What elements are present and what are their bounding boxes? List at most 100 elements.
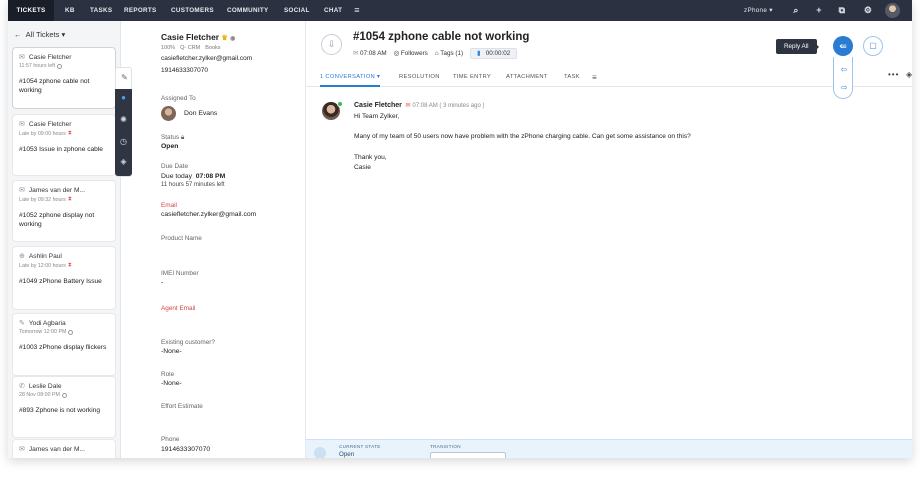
phone-icon: ✆ bbox=[19, 383, 25, 390]
nav-tab-tickets[interactable]: TICKETS bbox=[8, 0, 54, 21]
ticket-card-status: 28 Nov 08:00 PM bbox=[19, 392, 60, 398]
message-sender[interactable]: Casie Fletcher bbox=[354, 102, 402, 109]
tab-attachment[interactable]: ATTACHMENT bbox=[506, 68, 548, 87]
message-thread: Casie Fletcher ✉ 07:08 AM ( 3 minutes ag… bbox=[354, 101, 691, 174]
ticket-meta: ✉ 07:08 AM ◎ Followers ⌂ Tags (1) ▮ 00:0… bbox=[353, 48, 518, 59]
followers-icon: ◎ bbox=[393, 50, 400, 57]
ticket-card-status: Tomorrow 12:00 PM bbox=[19, 329, 67, 335]
contact-name[interactable]: Casie Fletcher ♛ ◉ bbox=[161, 32, 235, 42]
edit-icon[interactable]: ✎ bbox=[116, 73, 133, 82]
contact-phone: 1914633307070 bbox=[161, 67, 208, 74]
crm-tag[interactable]: Q- CRM bbox=[180, 45, 200, 51]
tag-icon: ⌂ bbox=[434, 50, 439, 57]
ticket-card-status: Late by 09:00 hours bbox=[19, 130, 66, 137]
nav-tab-chat[interactable]: CHAT bbox=[318, 0, 348, 21]
due-date-value[interactable]: Due today 07:08 PM bbox=[161, 173, 225, 180]
ticket-card[interactable]: ✉ James van der M... bbox=[13, 440, 115, 458]
add-icon[interactable]: + bbox=[812, 0, 826, 21]
ticket-card[interactable]: ⊕ Ashlin Paul Late by 12:00 hours ⧗ #1049 … bbox=[13, 247, 115, 309]
pause-icon[interactable]: ▮ bbox=[477, 50, 480, 57]
role-label: Role bbox=[161, 371, 175, 378]
ticket-card-title: #1053 Issue in zphone cable bbox=[19, 146, 103, 153]
user-avatar[interactable] bbox=[885, 3, 900, 18]
assignee[interactable]: Don Evans bbox=[161, 106, 217, 121]
reply-icon[interactable]: ⇦ bbox=[834, 65, 854, 74]
role-value[interactable]: -None- bbox=[161, 380, 182, 387]
blueprint-bar: CURRENT STATE TRANSITION Open bbox=[306, 439, 912, 458]
ticket-timer[interactable]: ▮ 00:00:02 bbox=[470, 48, 518, 59]
overdue-icon: ⧗ bbox=[67, 196, 72, 202]
info-icon[interactable]: ● bbox=[115, 93, 132, 102]
nav-tab-tasks[interactable]: TASKS bbox=[84, 0, 118, 21]
blueprint-icon bbox=[314, 447, 326, 458]
product-name-label: Product Name bbox=[161, 235, 202, 242]
followers-button[interactable]: ◎ Followers bbox=[394, 50, 428, 57]
ticket-view-selector[interactable]: ← All Tickets ▾ bbox=[8, 21, 121, 48]
ticket-card-contact: Casie Fletcher bbox=[28, 53, 72, 61]
comment-button[interactable]: ▢ bbox=[863, 36, 883, 56]
ticket-card-status: Late by 12:00 hours bbox=[19, 262, 66, 269]
ticket-card[interactable]: ✆ Leslie Dale 28 Nov 08:00 PM #893 Zphone… bbox=[13, 377, 115, 437]
books-tag[interactable]: Books bbox=[205, 45, 220, 51]
email-label: Email bbox=[161, 202, 177, 209]
tags-button[interactable]: ⌂ Tags (1) bbox=[435, 50, 463, 57]
clock-icon bbox=[68, 329, 74, 335]
nav-tab-social[interactable]: SOCIAL bbox=[278, 0, 316, 21]
ticket-card[interactable]: ✉ James van der M... Late by 09:32 hours ⧗… bbox=[13, 181, 115, 241]
imei-label: IMEI Number bbox=[161, 270, 199, 277]
message-greeting: Hi Team Zylker, bbox=[354, 112, 400, 120]
clock-icon bbox=[61, 392, 67, 398]
ticket-card[interactable]: ✎ Yodi Agbaria Tomorrow 12:00 PM #1003 zP… bbox=[13, 314, 115, 375]
nav-more-icon[interactable]: ≡ bbox=[350, 0, 364, 21]
tab-resolution[interactable]: RESOLUTION bbox=[399, 68, 440, 87]
search-icon[interactable]: ⌕ bbox=[789, 0, 803, 21]
tab-conversation[interactable]: 1 CONVERSATION ▾ bbox=[320, 68, 381, 87]
ticket-card-title: #893 Zphone is not working bbox=[19, 407, 101, 414]
nav-tab-customers[interactable]: CUSTOMERS bbox=[165, 0, 220, 21]
ticket-card[interactable]: ✉ Casie Fletcher Late by 09:00 hours ⧗ #10… bbox=[13, 115, 115, 175]
online-status-icon bbox=[337, 101, 343, 107]
nav-tab-kb[interactable]: KB bbox=[59, 0, 81, 21]
ticket-view-label: All Tickets bbox=[25, 30, 60, 39]
ticket-card-contact: James van der M... bbox=[28, 445, 85, 453]
reply-all-button[interactable]: ⇚ bbox=[833, 36, 853, 56]
external-link-icon[interactable]: ⧉ bbox=[835, 0, 849, 21]
tabs-more-icon[interactable]: ≡ bbox=[592, 68, 597, 87]
ticket-card-title: #1054 zphone cable not working bbox=[19, 78, 90, 94]
assigned-to-label: Assigned To bbox=[161, 95, 196, 102]
tab-time-entry[interactable]: TIME ENTRY bbox=[453, 68, 491, 87]
transition-label: TRANSITION bbox=[430, 444, 461, 449]
email-value[interactable]: casiefletcher.zylker@gmail.com bbox=[161, 211, 256, 218]
tab-task[interactable]: TASK bbox=[564, 68, 580, 87]
imei-value[interactable]: - bbox=[161, 279, 163, 286]
ticket-detail: ⇩ #1054 zphone cable not working ✉ 07:08… bbox=[306, 21, 912, 458]
reply-all-tooltip: Reply All bbox=[776, 39, 818, 54]
stack-icon[interactable]: ◈ bbox=[906, 70, 912, 79]
phone-value[interactable]: 1914633307070 bbox=[161, 446, 210, 453]
existing-customer-label: Existing customer? bbox=[161, 339, 215, 346]
contact-tags: 100% Q- CRM Books bbox=[161, 45, 221, 51]
bulb-icon[interactable]: ✺ bbox=[115, 115, 132, 124]
ticket-card-contact: Yodi Agbaria bbox=[28, 319, 66, 327]
ticket-title: #1054 zphone cable not working bbox=[353, 31, 530, 43]
web-icon: ⊕ bbox=[19, 253, 25, 260]
overdue-icon: ⧗ bbox=[67, 262, 72, 268]
back-arrow-icon[interactable]: ← bbox=[14, 30, 22, 39]
layers-icon[interactable]: ◈ bbox=[115, 157, 132, 166]
gear-icon[interactable]: ⚙ bbox=[861, 0, 875, 21]
ticket-card[interactable]: ✉ Casie Fletcher 11:57 hours left #1054 z… bbox=[13, 48, 115, 108]
nav-tab-reports[interactable]: REPORTS bbox=[118, 0, 163, 21]
transition-button[interactable] bbox=[430, 452, 506, 458]
message-signature: Casie bbox=[354, 164, 371, 171]
org-switcher[interactable]: zPhone ▾ bbox=[738, 0, 779, 21]
nav-tab-community[interactable]: COMMUNITY bbox=[221, 0, 275, 21]
message-time: 07:08 AM ( 3 minutes ago ) bbox=[412, 103, 485, 109]
helpdesk-window: TICKETS KB TASKS REPORTS CUSTOMERS COMMU… bbox=[8, 0, 912, 458]
existing-customer-value[interactable]: -None- bbox=[161, 348, 182, 355]
status-value[interactable]: Open bbox=[161, 143, 178, 150]
forward-icon[interactable]: ⇨ bbox=[834, 83, 854, 92]
happiness-tag: 100% bbox=[161, 45, 176, 51]
history-icon[interactable]: ◷ bbox=[115, 137, 132, 146]
email-icon: ✉ bbox=[19, 121, 25, 128]
more-options-icon[interactable]: ••• bbox=[888, 70, 899, 79]
